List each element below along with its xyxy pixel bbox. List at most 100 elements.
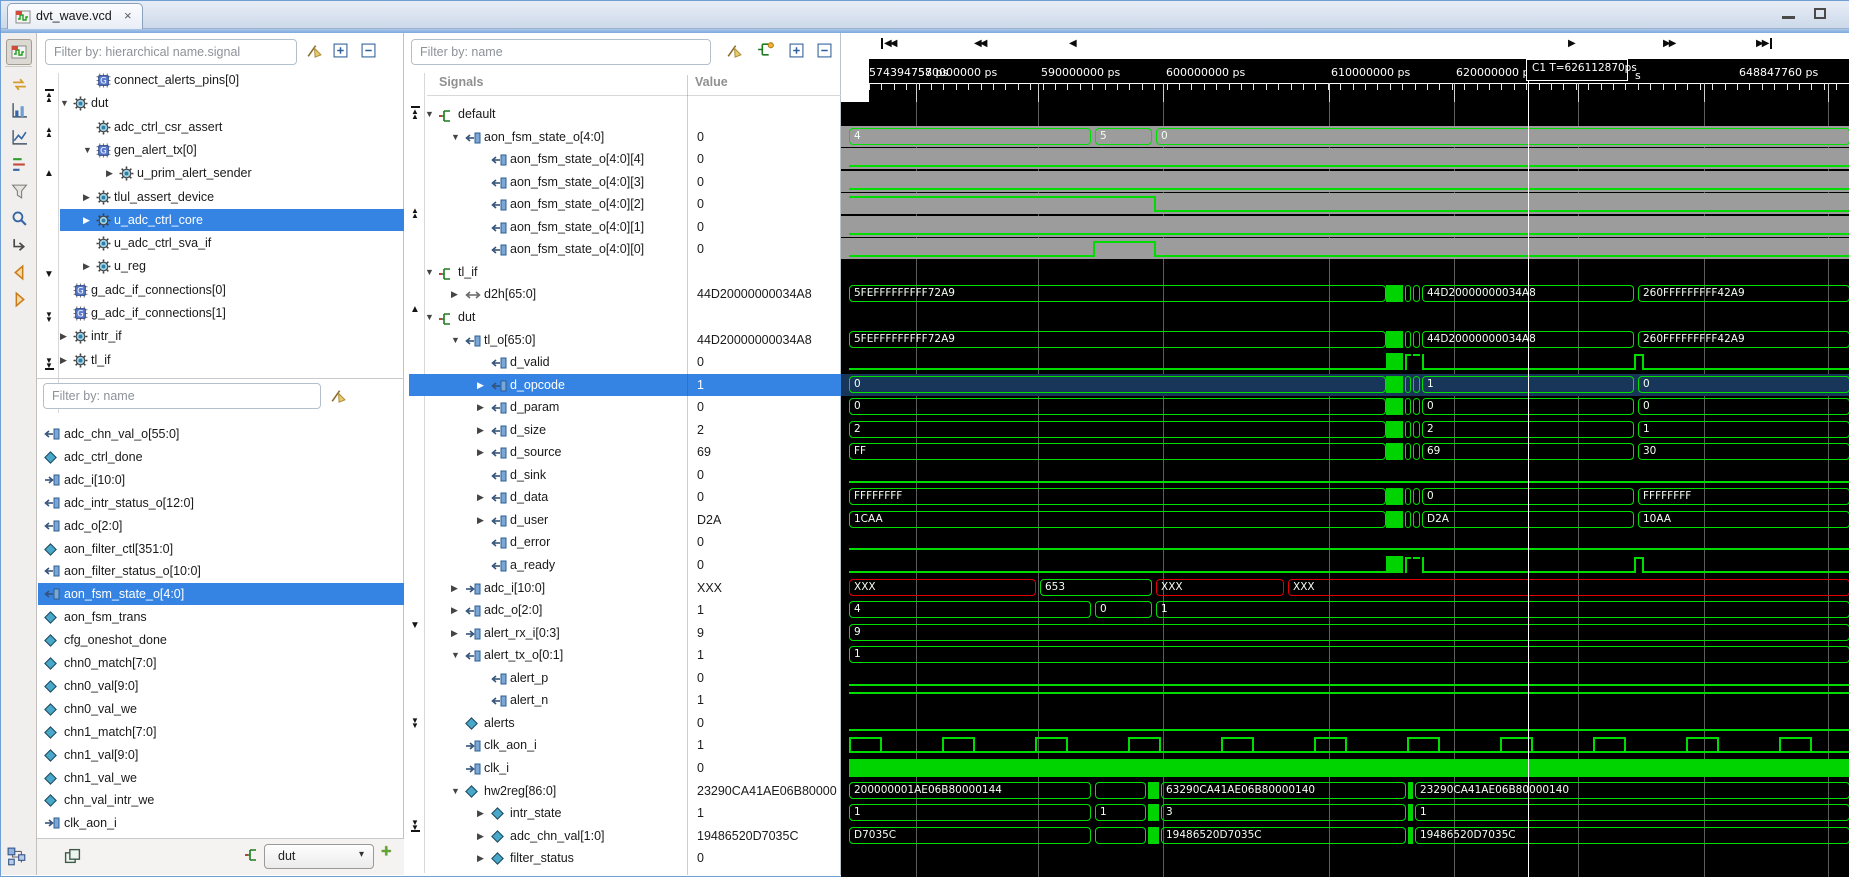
signal-row-default[interactable]: ▼default [405, 103, 841, 125]
wave-row-d2h650[interactable]: 5FEFFFFFFFFF72A944D20000000034A8260FFFFF… [841, 283, 1849, 305]
wave-row-aon-fsm-state-o403[interactable] [841, 171, 1849, 192]
expand-all-icon[interactable] [333, 43, 348, 61]
scope-combobox[interactable]: dut ▾ [264, 844, 374, 869]
list-item-aon-fsm-trans[interactable]: aon_fsm_trans [37, 606, 404, 628]
tree-item-dut[interactable]: ▼dut [60, 92, 404, 114]
signal-row-d-param[interactable]: ▶d_param0 [405, 396, 841, 418]
tree-item-tlul-assert-device[interactable]: ▶tlul_assert_device [60, 186, 404, 208]
jump-bottom-button[interactable]: ▼▼ [41, 358, 57, 374]
list-item-chn0-val90[interactable]: chn0_val[9:0] [37, 675, 404, 697]
nav-fast-back-button[interactable]: ◀◀ [974, 38, 985, 49]
signal-row-d2h650[interactable]: ▶d2h[65:0]44D20000000034A8 [405, 283, 841, 305]
wave-row-default[interactable] [841, 103, 1849, 125]
expander-down-icon[interactable]: ▼ [451, 644, 463, 666]
prev-edge-icon[interactable] [6, 259, 32, 285]
expander-down-icon[interactable]: ▼ [60, 92, 72, 114]
wave-canvas[interactable]: 450 5FEFFFFFFFFF72A944D20000000034A8260FF… [841, 102, 1849, 877]
add-plus-icon[interactable]: + [381, 841, 392, 862]
wave-row-hw2reg860[interactable]: 200000001AE06B8000014463290CA41AE06B8000… [841, 780, 1849, 802]
expander-right-icon[interactable]: ▶ [451, 283, 463, 305]
hierarchy-grid-icon[interactable] [7, 847, 31, 871]
wave-row-aon-fsm-state-o400[interactable] [841, 238, 1849, 259]
tree-item-u-adc-ctrl-sva-if[interactable]: u_adc_ctrl_sva_if [60, 232, 404, 254]
minimize-button[interactable] [1782, 16, 1795, 19]
signal-row-tl-o650[interactable]: ▼tl_o[65:0]44D20000000034A8 [405, 329, 841, 351]
expander-right-icon[interactable]: ▶ [477, 486, 489, 508]
signal-row-adc-o20[interactable]: ▶adc_o[2:0]1 [405, 599, 841, 621]
signal-row-aon-fsm-state-o403[interactable]: aon_fsm_state_o[4:0][3]0 [405, 171, 841, 193]
signal-row-aon-fsm-state-o401[interactable]: aon_fsm_state_o[4:0][1]0 [405, 216, 841, 238]
maximize-button[interactable] [1814, 8, 1826, 19]
signal-row-adc-i100[interactable]: ▶adc_i[10:0]XXX [405, 577, 841, 599]
signal-row-d-size[interactable]: ▶d_size2 [405, 419, 841, 441]
wave-row-filter-status[interactable] [841, 847, 1849, 869]
list-item-aon-filter-ctl3510[interactable]: aon_filter_ctl[351:0] [37, 538, 404, 560]
expander-down-icon[interactable]: ▼ [425, 261, 437, 283]
broom-icon[interactable] [305, 42, 322, 62]
signal-row-intr-state[interactable]: ▶intr_state1 [405, 802, 841, 824]
signal-row-a-ready[interactable]: a_ready0 [405, 554, 841, 576]
expander-right-icon[interactable]: ▶ [477, 802, 489, 824]
signal-filter-input[interactable] [43, 383, 321, 409]
list-item-aon-filter-status-o100[interactable]: aon_filter_status_o[10:0] [37, 560, 404, 582]
expander-right-icon[interactable]: ▶ [477, 396, 489, 418]
nav-last-button[interactable]: ▶▶ [1756, 38, 1772, 49]
signal-row-d-opcode[interactable]: ▶d_opcode1 [405, 374, 841, 396]
signal-row-alert-p[interactable]: alert_p0 [405, 667, 841, 689]
hierarchy-filter-input[interactable] [45, 39, 297, 65]
wave-row-d-data[interactable]: FFFFFFFF0FFFFFFFF [841, 486, 1849, 508]
signal-row-d-error[interactable]: d_error0 [405, 531, 841, 553]
close-tab-icon[interactable]: × [124, 8, 132, 23]
tree-item-tl-if[interactable]: ▶tl_if [60, 349, 404, 371]
list-item-chn1-val90[interactable]: chn1_val[9:0] [37, 744, 404, 766]
tree-item-u-adc-ctrl-core[interactable]: ▶u_adc_ctrl_core [60, 209, 404, 231]
list-item-clk-aon-i[interactable]: clk_aon_i [37, 812, 404, 834]
signal-row-adc-chn-val10[interactable]: ▶adc_chn_val[1:0]19486520D7035C [405, 825, 841, 847]
list-item-chn-val-intr-we[interactable]: chn_val_intr_we [37, 789, 404, 811]
expander-down-icon[interactable]: ▼ [451, 780, 463, 802]
signal-row-aon-fsm-state-o402[interactable]: aon_fsm_state_o[4:0][2]0 [405, 193, 841, 215]
wave-row-alert-rx-i03[interactable]: 9 [841, 622, 1849, 644]
tree-item-gen-alert-tx0[interactable]: ▼Ggen_alert_tx[0] [60, 139, 404, 161]
nav-back-button[interactable]: ◀ [1069, 38, 1075, 49]
expander-right-icon[interactable]: ▶ [477, 441, 489, 463]
jump-top-button[interactable]: ▲▲ [41, 89, 57, 105]
wave-editor-icon[interactable] [6, 39, 32, 65]
wave-ruler[interactable]: 574394757 ps580000000 ps590000000 ps6000… [869, 59, 1849, 102]
list-item-chn0-val-we[interactable]: chn0_val_we [37, 698, 404, 720]
expander-right-icon[interactable]: ▶ [477, 419, 489, 441]
list-item-adc-chn-val-o550[interactable]: adc_chn_val_o[55:0] [37, 423, 404, 445]
sync-icon[interactable] [6, 71, 32, 97]
expander-right-icon[interactable]: ▶ [477, 825, 489, 847]
wave-row-alert-n[interactable] [841, 689, 1849, 711]
new-group-icon[interactable] [245, 848, 259, 865]
assign-arrow-icon[interactable] [6, 232, 32, 258]
list-item-aon-fsm-state-o40[interactable]: aon_fsm_state_o[4:0] [37, 583, 404, 605]
expander-right-icon[interactable]: ▶ [451, 577, 463, 599]
list-item-adc-ctrl-done[interactable]: adc_ctrl_done [37, 446, 404, 468]
jump-pgdn-button[interactable]: ▼▼ [41, 312, 57, 328]
cursor-line[interactable] [1528, 81, 1529, 877]
signal-row-d-sink[interactable]: d_sink0 [405, 464, 841, 486]
expander-down-icon[interactable]: ▼ [83, 139, 95, 161]
expander-right-icon[interactable]: ▶ [83, 209, 95, 231]
wave-row-aon-fsm-state-o40[interactable]: 450 [841, 126, 1849, 147]
list-item-adc-o20[interactable]: adc_o[2:0] [37, 515, 404, 537]
add-group-icon[interactable] [757, 42, 774, 60]
signal-row-tl-if[interactable]: ▼tl_if [405, 261, 841, 283]
copy-icon[interactable] [64, 848, 81, 867]
wave-row-adc-o20[interactable]: 401 [841, 599, 1849, 621]
wave-row-alert-tx-o01[interactable]: 1 [841, 644, 1849, 666]
list-item-adc-i100[interactable]: adc_i[10:0] [37, 469, 404, 491]
wave-row-aon-fsm-state-o402[interactable] [841, 193, 1849, 214]
chart-bars-icon[interactable] [6, 97, 32, 123]
wave-row-aon-fsm-state-o404[interactable] [841, 148, 1849, 169]
signal-row-d-user[interactable]: ▶d_userD2A [405, 509, 841, 531]
nav-first-button[interactable]: ◀◀ [881, 38, 895, 49]
expander-down-icon[interactable]: ▼ [425, 306, 437, 328]
expander-down-icon[interactable]: ▼ [451, 126, 463, 148]
wave-row-alert-p[interactable] [841, 667, 1849, 689]
next-edge-icon[interactable] [6, 286, 32, 312]
wave-row-adc-i100[interactable]: XXX653XXXXXX [841, 577, 1849, 599]
tree-item-u-prim-alert-sender[interactable]: ▶u_prim_alert_sender [60, 162, 404, 184]
